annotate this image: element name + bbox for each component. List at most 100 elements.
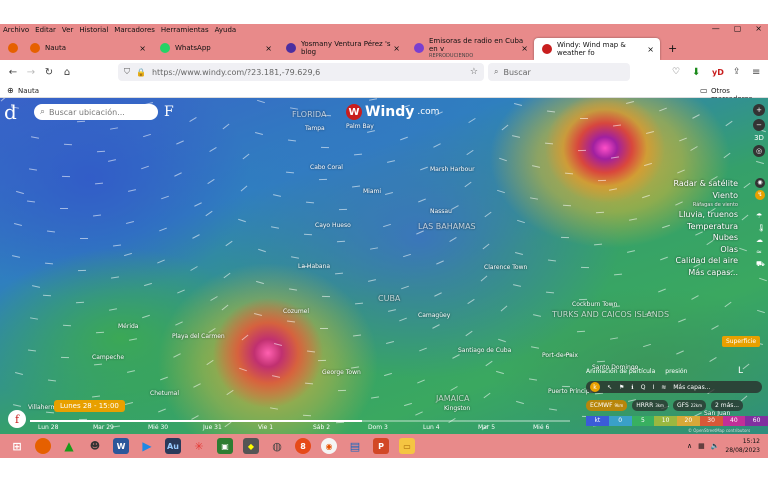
menu-editar[interactable]: Editar [35,26,56,34]
timeline-day[interactable]: Dom 3 [368,424,388,431]
layer-radar-satelite[interactable]: Radar & satélite [673,178,738,190]
model-gfs[interactable]: GFS 22km [672,399,706,411]
gallery-icon[interactable]: ▣ [212,436,238,456]
timeline-day[interactable]: Mar 5 [478,424,495,431]
menu-ver[interactable]: Ver [62,26,73,34]
folder-taskbar-icon[interactable]: ▭ [394,436,420,456]
timeline-day[interactable]: Mié 6 [533,424,549,431]
tab-nauta[interactable]: Nauta × [22,36,152,60]
timeline-day[interactable]: Lun 4 [423,424,440,431]
model-ecmwf[interactable]: ECMWF 9km [586,399,628,411]
layer-rafagas-de-viento[interactable]: Ráfagas de viento [673,201,738,209]
pinwheel-icon[interactable]: ✳ [186,436,212,456]
layer-radar-icon[interactable]: ◉ [755,178,765,188]
tab-yosmany-ventura-perez-s-[interactable]: Yosmany Ventura Pérez 's blog × [278,36,406,60]
new-tab-button[interactable]: + [660,36,685,60]
pocket-icon[interactable]: ♡ [672,67,680,77]
menu-marcadores[interactable]: Marcadores [114,26,155,34]
wind-tool-icon[interactable]: k [590,382,600,392]
zoom-in-icon[interactable]: + [753,104,765,116]
tray-arrow-icon[interactable]: ∧ [687,442,692,450]
network-icon[interactable]: ▦ [698,442,705,450]
timeline-day[interactable]: Lun 28 [38,424,58,431]
reload-icon[interactable]: ↻ [40,67,58,78]
info-tool-icon[interactable]: ℹ [631,384,633,391]
clock[interactable]: 15:12 28/08/2023 [725,437,760,455]
timeline-day[interactable]: Jue 31 [203,424,222,431]
firefox-taskbar-icon[interactable] [30,436,56,456]
shield-icon[interactable]: ⛉ [124,67,130,77]
forward-arrow-icon[interactable]: → [22,67,40,78]
people-app-icon[interactable]: ☻ [82,436,108,456]
model-more[interactable]: 2 más... [711,399,744,411]
menu-historial[interactable]: Historial [79,26,108,34]
close-tab-icon[interactable]: × [265,44,272,53]
notification-app-icon[interactable]: 8 [290,436,316,456]
bookmark-nauta[interactable]: Nauta [18,87,39,95]
close-tab-icon[interactable]: × [647,45,654,54]
layer-nubes[interactable]: Nubes [673,232,738,244]
layer-rain-icon[interactable]: ☂ [756,212,762,220]
favorites-icon[interactable]: F [164,104,174,120]
maximize-icon[interactable]: ▢ [734,24,742,33]
layer-air-icon[interactable]: ⛟ [756,260,765,269]
timeline[interactable]: Lun 28 Mar 29 Mié 30 Jue 31 Vie 1 Sáb 2 Dom 3 L… [30,420,570,434]
particle-toggle[interactable]: Animación de partícula [586,368,655,375]
windows-start-icon[interactable]: ⊞ [4,436,30,456]
bookmark-star-icon[interactable]: ☆ [470,67,478,77]
play-button[interactable]: f [8,410,26,428]
layer-temperatura[interactable]: Temperatura [673,221,738,233]
menu-archivo[interactable]: Archivo [3,26,29,34]
more-layers-button[interactable]: Más capas... [673,384,710,391]
zoom-out-icon[interactable]: − [753,119,765,131]
browser2-icon[interactable]: ◉ [316,436,342,456]
layer-olas[interactable]: Olas [673,244,738,256]
i-tool-icon[interactable]: I [652,384,654,391]
share-icon[interactable]: ⇪ [733,67,741,77]
3d-icon[interactable]: 3D [754,134,764,142]
layer-lluvia-truenos[interactable]: Lluvia, truenos [673,209,738,221]
extension-yd-icon[interactable]: yD [712,68,724,77]
archive-icon[interactable]: ◆ [238,436,264,456]
lock-icon[interactable]: 🔒 [136,68,146,77]
q-tool-icon[interactable]: Q [641,384,646,391]
web-search-box[interactable]: ⌕ Buscar [488,63,630,81]
layer-mas-capas[interactable]: Más capas... [673,267,738,279]
legend-icon[interactable]: L [738,366,743,376]
network-monitor-icon[interactable]: ▤ [342,436,368,456]
windy-menu-icon[interactable]: d [4,100,17,124]
weather-map[interactable]: FLORIDA Tampa Palm Bay Cabo Coral Miami Marsh… [0,98,768,434]
timeline-day[interactable]: Mar 29 [93,424,114,431]
pressure-toggle[interactable]: presión [665,368,687,375]
tab-emisoras-de-radio-en-cub[interactable]: Emisoras de radio en Cuba en v REPRODUCIE… [406,36,534,60]
location-search[interactable]: ⌕ Buscar ubicación... [34,104,158,120]
word-icon[interactable]: W [108,436,134,456]
tab-windy-wind-map-weather-f[interactable]: Windy: Wind map & weather fo × [534,38,660,60]
arrow-tool-icon[interactable]: ↖ [607,384,612,391]
close-tab-icon[interactable]: × [393,44,400,53]
media-player-icon[interactable]: ▶ [134,436,160,456]
layer-waves-icon[interactable]: ≈ [756,248,762,256]
timeline-day[interactable]: Mié 30 [148,424,168,431]
timeline-day[interactable]: Sáb 2 [313,424,330,431]
layer-wind-icon[interactable]: ↯ [755,190,765,200]
menu-icon[interactable]: ≡ [752,67,760,78]
url-bar[interactable]: ⛉ 🔒 https://www.windy.com/?23.181,-79.62… [118,63,484,81]
close-tab-icon[interactable]: × [139,44,146,53]
layer-calidad-del-aire[interactable]: Calidad del aire [673,255,738,267]
back-arrow-icon[interactable]: ← [4,67,22,78]
firefox-menu-icon[interactable] [0,36,22,60]
disk-icon[interactable]: ◍ [264,436,290,456]
timeline-day[interactable]: Vie 1 [258,424,273,431]
layer-temp-icon[interactable]: 🌡 [757,224,766,232]
tab-whatsapp[interactable]: WhatsApp × [152,36,278,60]
menu-ayuda[interactable]: Ayuda [215,26,237,34]
wave-tool-icon[interactable]: ≋ [661,384,666,391]
volume-icon[interactable]: 🔈 [711,442,720,450]
powerpoint-icon[interactable]: P [368,436,394,456]
close-window-icon[interactable]: × [755,24,762,33]
layer-viento[interactable]: Viento [673,190,738,202]
download-icon[interactable]: ⬇ [692,67,700,78]
layer-clouds-icon[interactable]: ☁ [756,236,763,244]
audition-icon[interactable]: Au [160,436,186,456]
